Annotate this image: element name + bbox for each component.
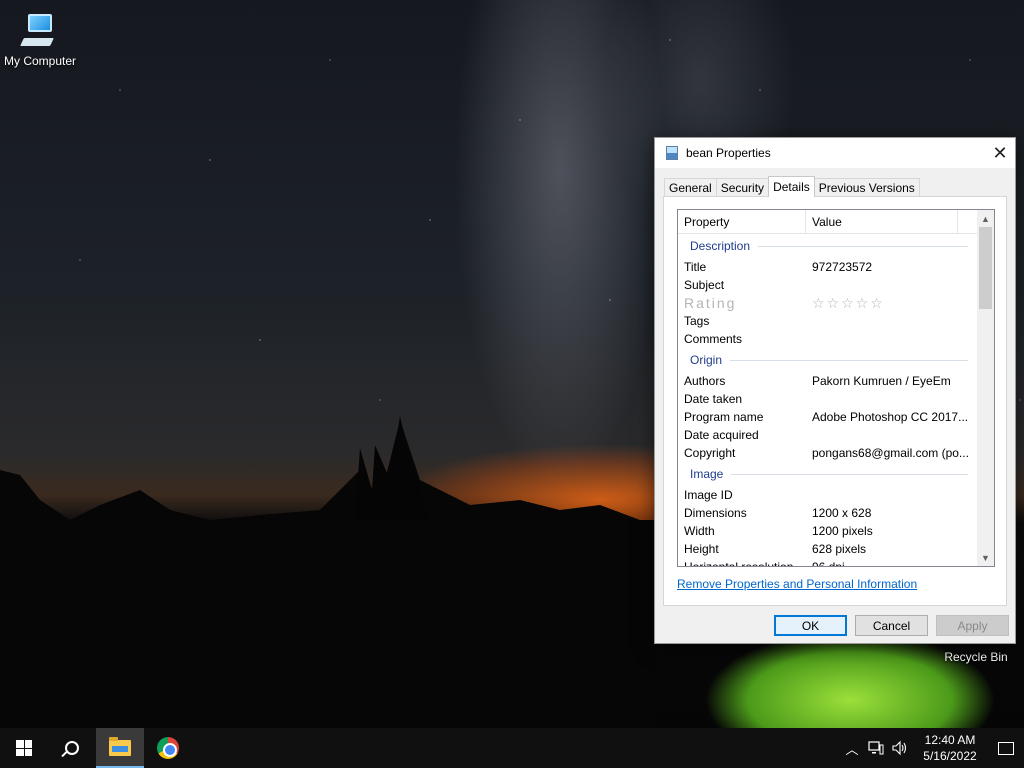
- clock-time: 12:40 AM: [924, 733, 976, 747]
- volume-icon[interactable]: [888, 728, 912, 768]
- group-header-image: Image: [678, 462, 978, 486]
- property-name: Image ID: [684, 488, 733, 502]
- property-name: Copyright: [684, 446, 736, 460]
- image-file-icon: [666, 146, 678, 160]
- desktop-icon-label: Recycle Bin: [944, 650, 1008, 664]
- property-name: Width: [684, 524, 715, 538]
- list-header: Property Value: [678, 210, 978, 234]
- table-row[interactable]: Horizontal resolution 96 dpi: [678, 558, 978, 567]
- tab-details[interactable]: Details: [768, 176, 815, 197]
- property-value: [806, 276, 978, 294]
- property-name: Date acquired: [684, 428, 759, 442]
- properties-list[interactable]: Property Value Description Title 97272357…: [677, 209, 995, 567]
- property-name: Comments: [684, 332, 743, 346]
- apply-button[interactable]: Apply: [936, 615, 1009, 636]
- property-value: Adobe Photoshop CC 2017...: [812, 410, 969, 424]
- group-label: Origin: [690, 353, 723, 367]
- notification-icon: [998, 741, 1014, 755]
- cancel-button[interactable]: Cancel: [855, 615, 928, 636]
- dialog-title: bean Properties: [686, 146, 771, 160]
- clock-date: 5/16/2022: [923, 749, 977, 763]
- taskbar-clock[interactable]: 12:40 AM 5/16/2022: [918, 732, 982, 764]
- property-value: [806, 330, 978, 348]
- property-name: Title: [684, 260, 707, 274]
- property-name: Horizontal resolution: [684, 560, 794, 567]
- property-value: Pakorn Kumruen / EyeEm: [812, 374, 951, 388]
- list-rows: Description Title 972723572 Subject Ratin…: [678, 234, 978, 567]
- group-header-origin: Origin: [678, 348, 978, 372]
- file-explorer-icon: [109, 737, 131, 756]
- column-header-value[interactable]: Value: [806, 210, 958, 234]
- details-panel: Property Value Description Title 97272357…: [663, 196, 1007, 606]
- taskbar-chrome[interactable]: [144, 728, 192, 768]
- property-value: [806, 486, 978, 504]
- desktop-icon-my-computer[interactable]: My Computer: [0, 10, 80, 68]
- property-name: Program name: [684, 410, 764, 424]
- tab-strip: General Security Details Previous Versio…: [664, 176, 920, 197]
- search-button[interactable]: [48, 728, 96, 768]
- table-row[interactable]: Date taken: [678, 390, 978, 408]
- table-row[interactable]: Height 628 pixels: [678, 540, 978, 558]
- close-button[interactable]: ✕: [985, 138, 1015, 168]
- group-header-description: Description: [678, 234, 978, 258]
- property-name: Tags: [684, 314, 710, 328]
- desktop-icon-label: My Computer: [3, 54, 77, 68]
- taskbar-file-explorer[interactable]: [96, 728, 144, 768]
- table-row[interactable]: Authors Pakorn Kumruen / EyeEm: [678, 372, 978, 390]
- tab-security[interactable]: Security: [715, 178, 770, 197]
- property-value: 1200 x 628: [812, 506, 872, 520]
- network-icon[interactable]: [864, 728, 888, 768]
- rating-stars[interactable]: ☆☆☆☆☆: [806, 294, 978, 312]
- property-value: 628 pixels: [812, 542, 867, 556]
- action-center-button[interactable]: [988, 728, 1024, 768]
- table-row[interactable]: Subject: [678, 276, 978, 294]
- chevron-up-icon[interactable]: ︿: [840, 728, 864, 768]
- property-name: Height: [684, 542, 719, 556]
- property-name: Subject: [684, 278, 725, 292]
- star-icons: ☆☆☆☆☆: [812, 295, 885, 311]
- property-value: [806, 426, 978, 444]
- taskbar: ︿ 12:40 AM 5/16/2022: [0, 728, 1024, 768]
- property-value: 972723572: [812, 260, 873, 274]
- search-icon: [65, 741, 79, 755]
- tab-previous-versions[interactable]: Previous Versions: [813, 178, 920, 197]
- vertical-scrollbar[interactable]: ▲ ▼: [977, 210, 994, 566]
- table-row[interactable]: Program name Adobe Photoshop CC 2017...: [678, 408, 978, 426]
- remove-properties-link[interactable]: Remove Properties and Personal Informati…: [677, 577, 917, 591]
- property-value: [806, 312, 978, 330]
- group-label: Description: [690, 239, 751, 253]
- close-icon: ✕: [992, 142, 1008, 163]
- property-name: Date taken: [684, 392, 743, 406]
- scroll-down-icon[interactable]: ▼: [977, 549, 994, 566]
- table-row[interactable]: Title 972723572: [678, 258, 978, 276]
- start-button[interactable]: [0, 728, 48, 768]
- property-value: [806, 390, 978, 408]
- properties-dialog: bean Properties ✕ General Security Detai…: [654, 137, 1016, 644]
- property-value: 96 dpi: [812, 560, 845, 567]
- dialog-titlebar[interactable]: bean Properties ✕: [655, 138, 1015, 168]
- table-row[interactable]: Comments: [678, 330, 978, 348]
- table-row[interactable]: Date acquired: [678, 426, 978, 444]
- table-row[interactable]: Dimensions 1200 x 628: [678, 504, 978, 522]
- scroll-up-icon[interactable]: ▲: [977, 210, 994, 227]
- start-icon: [16, 740, 32, 756]
- system-tray: ︿ 12:40 AM 5/16/2022: [840, 728, 1024, 768]
- table-row[interactable]: Copyright pongans68@gmail.com (po...: [678, 444, 978, 462]
- chrome-icon: [157, 737, 179, 759]
- column-header-property[interactable]: Property: [678, 210, 806, 234]
- table-row[interactable]: Tags: [678, 312, 978, 330]
- property-name: Authors: [684, 374, 726, 388]
- property-value: 1200 pixels: [812, 524, 873, 538]
- table-row[interactable]: Width 1200 pixels: [678, 522, 978, 540]
- ok-button[interactable]: OK: [774, 615, 847, 636]
- scroll-thumb[interactable]: [979, 227, 992, 309]
- table-row[interactable]: Rating ☆☆☆☆☆: [678, 294, 978, 312]
- table-row[interactable]: Image ID: [678, 486, 978, 504]
- group-label: Image: [690, 467, 724, 481]
- computer-icon: [20, 10, 60, 50]
- property-name: Dimensions: [684, 506, 747, 520]
- tab-general[interactable]: General: [664, 178, 717, 197]
- property-value: pongans68@gmail.com (po...: [812, 446, 969, 460]
- property-name: Rating: [684, 295, 737, 311]
